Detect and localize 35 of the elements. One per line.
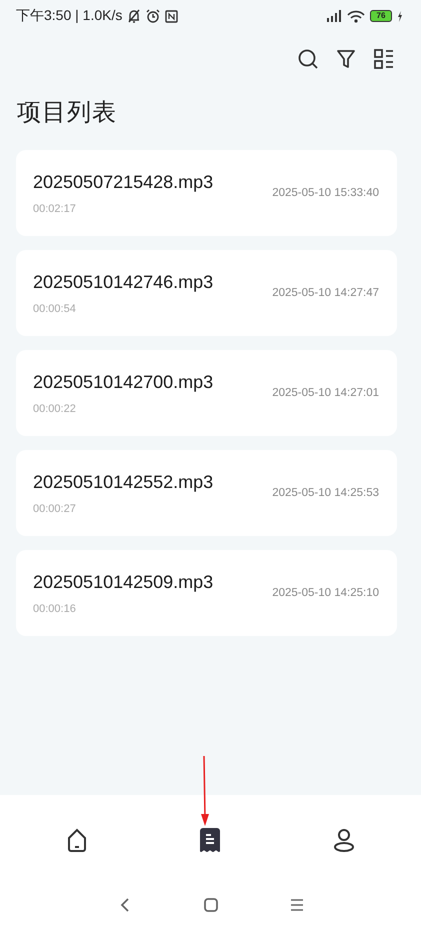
home-button-icon[interactable] [202, 897, 218, 913]
bell-off-icon [127, 9, 142, 23]
wifi-icon [347, 10, 365, 22]
file-name: 20250510142552.mp3 [33, 472, 214, 492]
alarm-icon [146, 9, 160, 23]
signal-icon [326, 10, 342, 22]
date-time: 2025-05-10 14:27:47 [272, 287, 379, 299]
duration: 00:02:17 [33, 202, 77, 214]
recording-card[interactable]: 20250510142552.mp3 00:00:27 2025-05-10 14:25:53 [16, 450, 397, 536]
annotation-arrow [198, 756, 212, 826]
nfc-icon [165, 10, 178, 22]
date-time: 2025-05-10 15:33:40 [272, 187, 379, 199]
file-name: 20250510142700.mp3 [33, 372, 214, 392]
file-name: 20250510142746.mp3 [33, 272, 214, 292]
date-time: 2025-05-10 14:25:10 [272, 587, 379, 599]
layout-icon[interactable] [373, 48, 395, 70]
recording-card[interactable]: 20250510142746.mp3 00:00:54 2025-05-10 14:27:47 [16, 250, 397, 336]
page-title: 项目列表 [17, 98, 118, 128]
recording-card[interactable]: 20250510142700.mp3 00:00:22 2025-05-10 14:27:01 [16, 350, 397, 436]
duration: 00:00:22 [33, 402, 77, 414]
date-time: 2025-05-10 14:25:53 [272, 487, 379, 499]
file-name: 20250507215428.mp3 [33, 172, 214, 192]
status-time: 下午3:50 | 1.0K/s [16, 7, 122, 25]
charging-icon [397, 10, 403, 22]
date-time: 2025-05-10 14:27:01 [272, 387, 379, 399]
duration: 00:00:54 [33, 302, 77, 314]
menu-icon[interactable] [288, 897, 304, 913]
recording-card[interactable]: 20250510142509.mp3 00:00:16 2025-05-10 14:25:10 [16, 550, 397, 636]
duration: 00:00:16 [33, 602, 77, 614]
filter-icon[interactable] [335, 48, 357, 70]
search-icon[interactable] [297, 48, 319, 70]
file-name: 20250510142509.mp3 [33, 572, 214, 592]
battery-level: 76 [370, 10, 392, 22]
recording-card[interactable]: 20250507215428.mp3 00:02:17 2025-05-10 15:33:40 [16, 150, 397, 236]
duration: 00:00:27 [33, 502, 77, 514]
